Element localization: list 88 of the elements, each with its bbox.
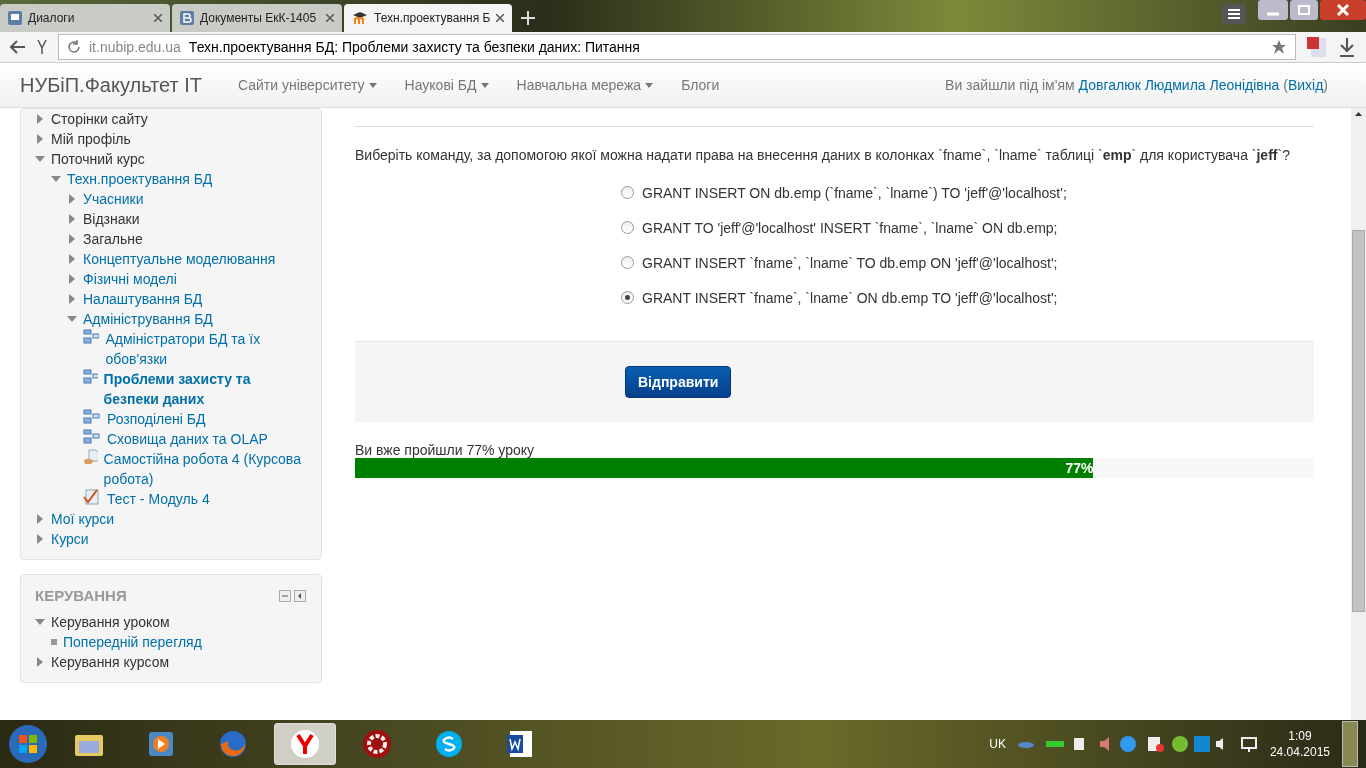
progress-label: Ви вже пройшли 77% уроку bbox=[355, 442, 536, 458]
caret-icon bbox=[480, 82, 489, 88]
block-controls-icon[interactable] bbox=[279, 589, 307, 602]
play-icon bbox=[147, 730, 175, 758]
radio-button[interactable] bbox=[621, 221, 634, 234]
login-info: Ви зайшли під ім'ям Довгалюк Людмила Леонідівна (Вихід) bbox=[945, 77, 1328, 93]
square-letter-icon bbox=[180, 11, 194, 25]
browser-tab[interactable]: Диалоги bbox=[0, 4, 170, 32]
tree-item[interactable]: Мої курси bbox=[51, 509, 115, 529]
address-field[interactable]: it.nubip.edu.ua Техн.проектування БД: Проблеми захисту та безпеки даних: Питання bbox=[58, 34, 1296, 60]
tree-item[interactable]: Учасники bbox=[83, 189, 144, 209]
tree-item[interactable]: Адміністрування БД bbox=[83, 309, 213, 329]
tree-item[interactable]: Налаштування БД bbox=[83, 289, 203, 309]
menu-icon[interactable] bbox=[1222, 4, 1246, 24]
tree-item[interactable]: Концептуальне моделювання bbox=[83, 249, 276, 269]
reload-icon[interactable] bbox=[67, 40, 81, 54]
back-arrow-icon[interactable] bbox=[10, 40, 26, 54]
close-icon[interactable] bbox=[326, 14, 334, 22]
answer-option[interactable]: GRANT INSERT ON db.emp (`fname`, `lname`) TO 'jeff'@'localhost'; bbox=[621, 175, 1314, 210]
close-icon[interactable] bbox=[496, 14, 505, 22]
nav-menu[interactable]: Сайти університету bbox=[237, 77, 377, 93]
graduation-cap-icon bbox=[352, 11, 368, 25]
start-button[interactable] bbox=[8, 724, 48, 764]
tree-item[interactable]: Керування уроком bbox=[51, 612, 170, 632]
y-logo-icon[interactable] bbox=[36, 39, 48, 55]
site-brand[interactable]: НУБіП.Факультет ІТ bbox=[20, 73, 202, 97]
tree-item[interactable]: Керування курсом bbox=[51, 652, 170, 672]
lesson-icon bbox=[83, 409, 101, 425]
tree-item[interactable]: Попередній перегляд bbox=[63, 632, 202, 652]
scrollbar[interactable] bbox=[1351, 108, 1366, 720]
browser-tab[interactable]: Документы ЕкК-1405 bbox=[172, 4, 342, 32]
tree-item[interactable]: Загальне bbox=[83, 229, 143, 249]
block-title: КЕРУВАННЯ bbox=[35, 587, 127, 604]
bullet-icon bbox=[51, 639, 57, 645]
nav-menu[interactable]: Наукові БД bbox=[404, 77, 489, 93]
gear-icon bbox=[362, 729, 392, 759]
url-host: it.nubip.edu.ua bbox=[89, 39, 181, 55]
lesson-link[interactable]: Сховища даних та OLAP bbox=[107, 429, 268, 449]
submit-button[interactable]: Відправити bbox=[625, 366, 732, 398]
nav-menu[interactable]: Навчальна мережа bbox=[516, 77, 654, 93]
tree-item[interactable]: Поточний курс bbox=[51, 149, 145, 169]
lesson-link[interactable]: Розподілені БД bbox=[107, 409, 206, 429]
progress-reading: 77% bbox=[1065, 460, 1094, 476]
user-link[interactable]: Довгалюк Людмила Леонідівна bbox=[1078, 77, 1280, 93]
lesson-icon bbox=[83, 429, 101, 445]
tree-item[interactable]: Фізичні моделі bbox=[83, 269, 177, 289]
tree-item[interactable]: Курси bbox=[51, 529, 89, 549]
minimize-icon[interactable] bbox=[1258, 0, 1288, 20]
language-indicator[interactable]: UK bbox=[989, 737, 1006, 751]
answer-option[interactable]: GRANT INSERT `fname`, `lname` TO db.emp ON 'jeff'@'localhost'; bbox=[621, 245, 1314, 280]
radio-button[interactable] bbox=[621, 291, 634, 304]
browser-tab[interactable]: Техн.проектування Б bbox=[344, 4, 513, 32]
answer-option[interactable]: GRANT TO 'jeff'@'localhost' INSERT `fname`, `lname` ON db.emp; bbox=[621, 210, 1314, 245]
close-icon[interactable] bbox=[1320, 0, 1366, 20]
tree-item[interactable]: Мій профіль bbox=[51, 129, 131, 149]
taskbar-button[interactable] bbox=[274, 723, 336, 765]
answer-option[interactable]: GRANT INSERT `fname`, `lname` ON db.emp TO 'jeff'@'localhost'; bbox=[621, 280, 1314, 315]
lesson-link[interactable]: Адміністратори БД та їх обов'язки bbox=[105, 329, 307, 369]
tree-item[interactable]: Сторінки сайту bbox=[51, 109, 148, 129]
lesson-icon bbox=[83, 329, 100, 345]
caret-icon bbox=[368, 82, 377, 88]
radio-button[interactable] bbox=[621, 256, 634, 269]
lesson-icon bbox=[83, 369, 98, 385]
clock[interactable]: 1:09 24.04.2015 bbox=[1269, 729, 1330, 759]
document-icon[interactable] bbox=[1306, 36, 1328, 58]
lesson-link[interactable]: Проблеми захисту та безпеки даних bbox=[103, 369, 307, 409]
logout-link[interactable]: Вихід bbox=[1287, 77, 1324, 93]
y-logo-icon bbox=[290, 729, 320, 759]
question-text: Виберіть команду, за допомогою якої можна надати права на внесення даних в колонках `fname`, `lname` таблиці `emp` для користувача `jeff`? bbox=[355, 147, 1291, 163]
chat-bubble-icon bbox=[434, 729, 464, 759]
tree-item[interactable]: Відзнаки bbox=[83, 209, 140, 229]
globe-icon bbox=[218, 729, 248, 759]
lesson-link[interactable]: Тест - Модуль 4 bbox=[107, 489, 210, 509]
tree-item[interactable]: Техн.проектування БД bbox=[67, 169, 213, 189]
close-icon[interactable] bbox=[154, 14, 162, 22]
chat-icon bbox=[8, 11, 22, 25]
caret-icon bbox=[645, 82, 654, 88]
star-icon[interactable] bbox=[1271, 39, 1287, 55]
restore-icon[interactable] bbox=[1290, 0, 1318, 20]
nav-link[interactable]: Блоги bbox=[681, 77, 720, 93]
download-icon[interactable] bbox=[1338, 37, 1356, 57]
network-icon[interactable] bbox=[1239, 735, 1258, 753]
lesson-link[interactable]: Самостійна робота 4 (Курсова робота) bbox=[103, 449, 307, 489]
checklist-icon bbox=[83, 489, 101, 505]
radio-button[interactable] bbox=[621, 186, 634, 199]
plus-icon[interactable] bbox=[520, 10, 537, 26]
hand-document-icon bbox=[83, 449, 98, 465]
page-title: Техн.проектування БД: Проблеми захисту та безпеки даних: Питання bbox=[188, 39, 641, 55]
